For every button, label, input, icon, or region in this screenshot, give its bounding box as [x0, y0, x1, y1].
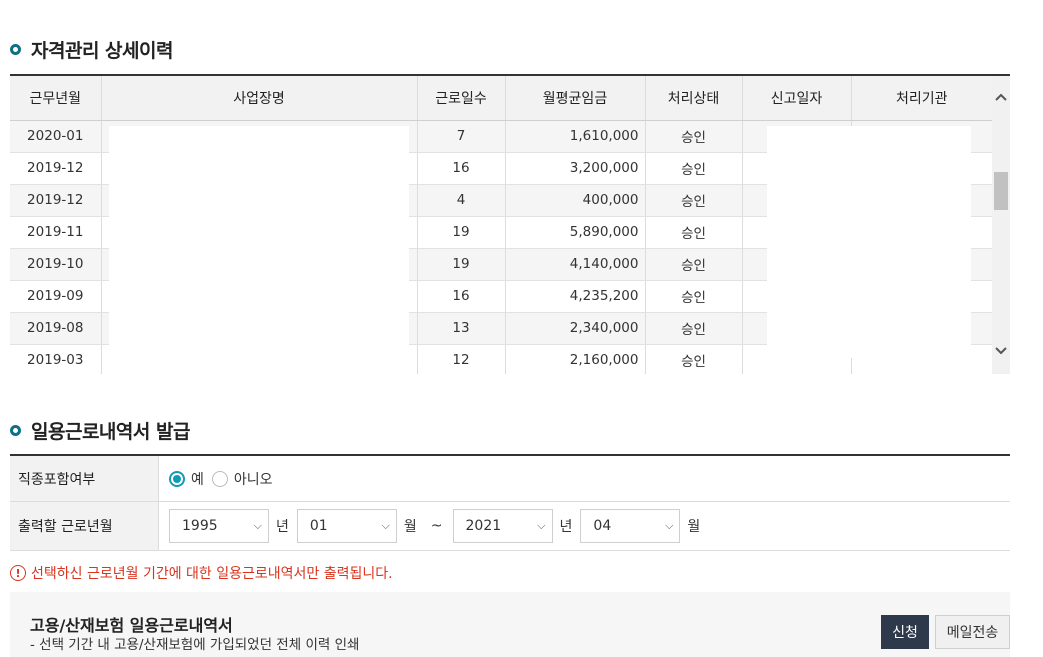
unit-month-label: 월 — [403, 519, 417, 535]
unit-year-label: 년 — [559, 519, 573, 535]
avg-wage-cell: 4,235,200 — [505, 280, 646, 313]
issue-title: 일용근로내역서 발급 — [31, 421, 190, 443]
column-header-workplace[interactable]: 사업장명 — [101, 76, 418, 121]
end-year-select[interactable]: 2021 ⌵ — [452, 509, 553, 543]
radio-yes-label[interactable]: 예 — [191, 469, 204, 489]
avg-wage-cell: 2,160,000 — [505, 344, 646, 374]
ring-bullet-icon — [10, 425, 21, 436]
column-header-agency[interactable]: 처리기관 — [851, 76, 992, 121]
range-tilde: ~ — [430, 518, 443, 534]
history-section-title: 자격관리 상세이력 — [10, 36, 173, 63]
avg-wage-cell: 3,200,000 — [505, 152, 646, 185]
avg-wage-cell: 400,000 — [505, 184, 646, 217]
ring-bullet-icon — [10, 44, 21, 55]
status-cell: 승인 — [645, 120, 743, 153]
end-month-select[interactable]: 04 ⌵ — [580, 509, 681, 543]
column-header-work-days[interactable]: 근로일수 — [417, 76, 506, 121]
status-cell: 승인 — [645, 152, 743, 185]
start-year-select[interactable]: 1995 ⌵ — [169, 509, 269, 543]
chevron-up-icon[interactable] — [992, 88, 1010, 106]
status-cell: 승인 — [645, 312, 743, 345]
chevron-down-icon: ⌵ — [381, 519, 390, 532]
work-month-cell: 2020-01 — [10, 120, 102, 153]
work-days-cell: 16 — [417, 280, 506, 313]
avg-wage-cell: 5,890,000 — [505, 216, 646, 249]
work-days-cell: 12 — [417, 344, 506, 374]
work-days-cell: 7 — [417, 120, 506, 153]
avg-wage-cell: 2,340,000 — [505, 312, 646, 345]
work-month-cell: 2019-12 — [10, 184, 102, 217]
period-notice: ! 선택하신 근로년월 기간에 대한 일용근로내역서만 출력됩니다. — [10, 563, 393, 583]
issue-form: 직종포함여부 예 아니오 출력할 근로년월 1995 ⌵ 년 01 ⌵ 월 ~ … — [10, 454, 1010, 551]
scrollbar-thumb[interactable] — [994, 172, 1008, 210]
work-month-cell: 2019-09 — [10, 280, 102, 313]
chevron-down-icon: ⌵ — [537, 519, 546, 532]
history-title: 자격관리 상세이력 — [31, 40, 173, 62]
work-month-cell: 2019-12 — [10, 152, 102, 185]
chevron-down-icon[interactable] — [992, 342, 1010, 360]
work-days-cell: 4 — [417, 184, 506, 217]
work-days-cell: 19 — [417, 248, 506, 281]
status-cell: 승인 — [645, 248, 743, 281]
redaction-mask-workplace — [109, 126, 409, 374]
column-header-status[interactable]: 처리상태 — [645, 76, 743, 121]
period-row: 출력할 근로년월 1995 ⌵ 년 01 ⌵ 월 ~ 2021 ⌵ 년 04 ⌵… — [10, 502, 1010, 551]
notice-text: 선택하신 근로년월 기간에 대한 일용근로내역서만 출력됩니다. — [31, 566, 393, 582]
chevron-down-icon: ⌵ — [665, 519, 674, 532]
issue-box: 고용/산재보험 일용근로내역서 - 선택 기간 내 고용/산재보험에 가입되었던… — [10, 592, 1010, 657]
period-selects: 1995 ⌵ 년 01 ⌵ 월 ~ 2021 ⌵ 년 04 ⌵ 월 — [159, 502, 1010, 550]
history-scrollbar[interactable] — [992, 76, 1010, 374]
include-job-options: 예 아니오 — [159, 456, 1010, 501]
column-header-work-month[interactable]: 근무년월 — [10, 76, 102, 121]
status-cell: 승인 — [645, 216, 743, 249]
start-year-value: 1995 — [182, 518, 218, 534]
issue-section-title: 일용근로내역서 발급 — [10, 417, 190, 444]
column-header-avg-wage[interactable]: 월평균임금 — [505, 76, 646, 121]
send-mail-button[interactable]: 메일전송 — [935, 615, 1010, 649]
redaction-mask-date-agency — [767, 126, 971, 358]
history-header-row: 근무년월 사업장명 근로일수 월평균임금 처리상태 신고일자 처리기관 — [10, 76, 992, 121]
radio-yes[interactable] — [169, 470, 185, 487]
work-month-cell: 2019-08 — [10, 312, 102, 345]
status-cell: 승인 — [645, 280, 743, 313]
work-days-cell: 19 — [417, 216, 506, 249]
include-job-label: 직종포함여부 — [10, 456, 159, 501]
start-month-value: 01 — [309, 518, 328, 534]
status-cell: 승인 — [645, 344, 743, 374]
issue-box-desc: - 선택 기간 내 고용/산재보험에 가입되었던 전체 이력 인쇄 — [30, 637, 360, 653]
avg-wage-cell: 1,610,000 — [505, 120, 646, 153]
work-days-cell: 13 — [417, 312, 506, 345]
unit-year-label: 년 — [276, 519, 289, 535]
history-table-container: 근무년월 사업장명 근로일수 월평균임금 처리상태 신고일자 처리기관 2020… — [10, 74, 1010, 374]
work-days-cell: 16 — [417, 152, 506, 185]
radio-no-label[interactable]: 아니오 — [234, 469, 273, 489]
period-label: 출력할 근로년월 — [10, 502, 159, 550]
avg-wage-cell: 4,140,000 — [505, 248, 646, 281]
apply-button[interactable]: 신청 — [881, 615, 929, 649]
include-job-row: 직종포함여부 예 아니오 — [10, 456, 1010, 502]
status-cell: 승인 — [645, 184, 743, 217]
end-month-value: 04 — [593, 518, 612, 534]
radio-no[interactable] — [211, 470, 228, 487]
unit-month-label: 월 — [687, 519, 701, 535]
work-month-cell: 2019-11 — [10, 216, 102, 249]
end-year-value: 2021 — [465, 518, 502, 534]
start-month-select[interactable]: 01 ⌵ — [296, 509, 397, 543]
work-month-cell: 2019-10 — [10, 248, 102, 281]
work-month-cell: 2019-03 — [10, 344, 102, 374]
column-header-report-date[interactable]: 신고일자 — [742, 76, 852, 121]
chevron-down-icon: ⌵ — [253, 519, 262, 532]
exclamation-circle-icon: ! — [10, 565, 26, 581]
